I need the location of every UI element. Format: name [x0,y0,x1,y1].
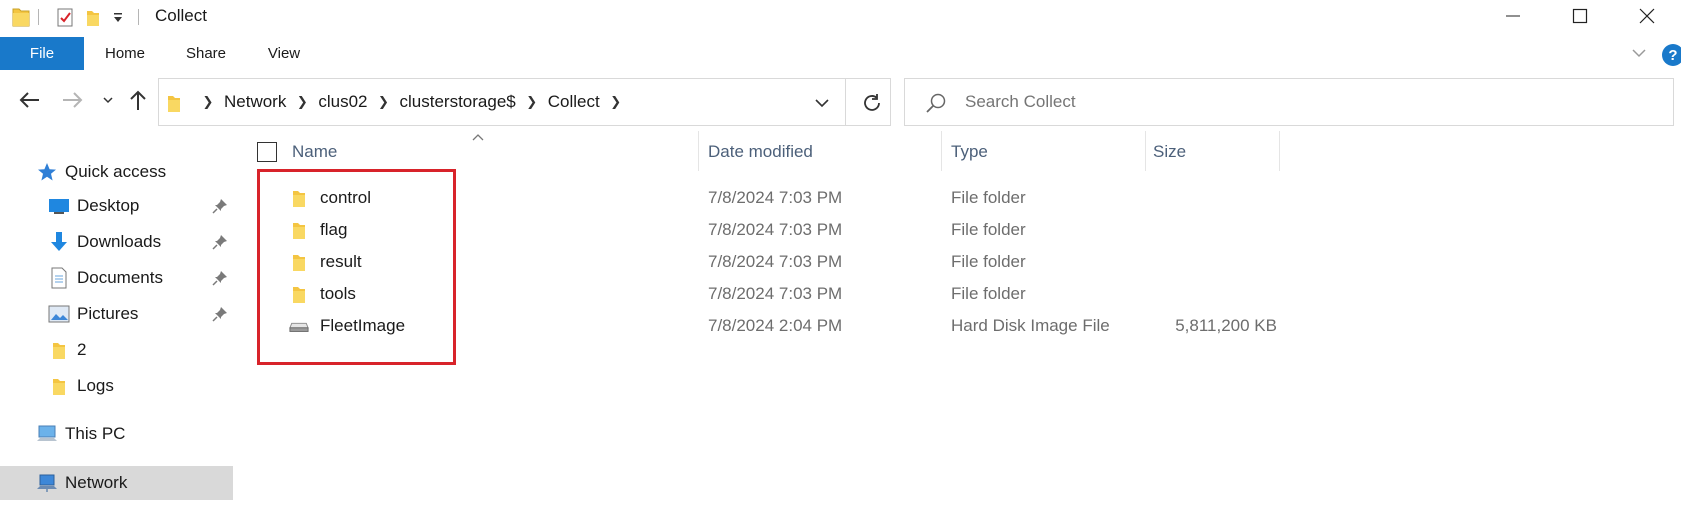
column-divider[interactable] [698,131,699,171]
nav-this-pc[interactable]: This PC [0,417,233,451]
chevron-right-icon[interactable]: ❯ [371,94,397,110]
up-arrow-icon[interactable] [125,87,151,113]
pictures-icon [48,303,70,325]
file-size: 5,811,200 KB [1175,316,1277,335]
breadcrumb-clus02[interactable]: clus02 [315,92,370,112]
separator [38,9,39,25]
select-all-checkbox[interactable] [257,142,277,162]
column-header-date-modified[interactable]: Date modified [708,137,813,167]
pin-icon[interactable] [212,198,228,214]
forward-arrow-icon[interactable] [60,87,86,113]
column-header-type[interactable]: Type [951,137,988,167]
navigation-bar: ❯ Network ❯ clus02 ❯ clusterstorage$ ❯ C… [0,73,1681,127]
nav-item-pictures[interactable]: Pictures [0,297,233,331]
nav-item-desktop[interactable]: Desktop [0,189,233,223]
nav-quick-access[interactable]: Quick access [0,155,233,189]
chevron-right-icon[interactable]: ❯ [519,94,545,110]
search-box[interactable] [904,78,1674,126]
nav-label: 2 [77,340,87,359]
file-date: 7/8/2024 7:03 PM [708,252,843,271]
column-divider[interactable] [1279,131,1280,171]
tab-share[interactable]: Share [176,37,236,70]
pin-icon[interactable] [212,270,228,286]
highlight-box [257,169,456,365]
window-title: Collect [155,6,207,25]
network-icon [36,472,58,494]
title-bar: Collect [0,0,1681,34]
computer-icon [36,423,58,445]
ribbon-tabs: File Home Share View [0,37,1681,71]
properties-icon[interactable] [55,6,75,28]
nav-label: Documents [77,268,163,287]
nav-label: Desktop [77,196,140,215]
breadcrumb: ❯ Network ❯ clus02 ❯ clusterstorage$ ❯ C… [195,79,629,125]
file-type: File folder [951,252,1026,271]
column-divider[interactable] [941,131,942,171]
chevron-right-icon[interactable]: ❯ [289,94,315,110]
search-icon [925,92,947,114]
recent-locations-icon[interactable] [95,87,121,113]
folder-icon [12,6,30,28]
file-type: File folder [951,284,1026,303]
file-type: File folder [951,188,1026,207]
close-icon[interactable] [1612,0,1681,32]
folder-icon [167,93,181,113]
search-input[interactable] [965,89,1645,115]
file-date: 7/8/2024 7:03 PM [708,220,843,239]
tab-home[interactable]: Home [95,37,155,70]
nav-item-logs[interactable]: Logs [0,369,233,403]
divider [845,79,846,125]
back-arrow-icon[interactable] [16,87,42,113]
nav-label: Downloads [77,232,162,251]
file-type: File folder [951,220,1026,239]
file-date: 7/8/2024 7:03 PM [708,188,843,207]
nav-item-downloads[interactable]: Downloads [0,225,233,259]
minimize-icon[interactable] [1478,0,1548,32]
sort-ascending-icon [471,128,485,141]
address-bar[interactable]: ❯ Network ❯ clus02 ❯ clusterstorage$ ❯ C… [158,78,891,126]
breadcrumb-clusterstorage[interactable]: clusterstorage$ [397,92,519,112]
refresh-icon[interactable] [859,90,885,116]
file-date: 7/8/2024 2:04 PM [708,316,843,335]
maximize-icon[interactable] [1545,0,1615,32]
folder-icon [48,339,70,361]
tab-view[interactable]: View [254,37,314,70]
nav-label: Quick access [65,162,167,181]
chevron-right-icon[interactable]: ❯ [603,94,629,110]
address-history-icon[interactable] [812,93,832,113]
nav-network[interactable]: Network [0,466,233,500]
nav-label: Pictures [77,304,139,323]
separator [138,9,139,25]
nav-label: Logs [77,376,114,395]
chevron-right-icon[interactable]: ❯ [195,94,221,110]
folder-icon [48,375,70,397]
tab-file[interactable]: File [0,37,84,70]
pin-icon[interactable] [212,234,228,250]
desktop-icon [48,195,70,217]
nav-item-2[interactable]: 2 [0,333,233,367]
star-icon [36,161,58,183]
new-folder-icon[interactable] [83,6,103,28]
expand-ribbon-icon[interactable] [1630,44,1648,62]
nav-label: Network [65,473,128,492]
breadcrumb-network[interactable]: Network [221,92,289,112]
column-header-name[interactable]: Name [292,137,337,167]
nav-item-documents[interactable]: Documents [0,261,233,295]
documents-icon [48,267,70,289]
breadcrumb-collect[interactable]: Collect [545,92,603,112]
navigation-pane: Quick access Desktop Downloads Documents [0,155,235,507]
help-icon[interactable]: ? [1662,44,1681,66]
column-divider[interactable] [1145,131,1146,171]
file-date: 7/8/2024 7:03 PM [708,284,843,303]
nav-label: This PC [65,424,126,443]
customize-toolbar-icon[interactable] [108,6,128,28]
download-arrow-icon [48,231,70,253]
column-header-size[interactable]: Size [1153,137,1186,167]
pin-icon[interactable] [212,306,228,322]
